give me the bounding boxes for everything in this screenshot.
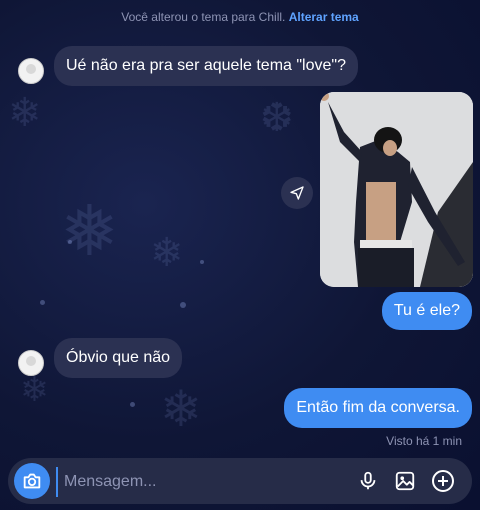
theme-change-notice: Você alterou o tema para Chill. Alterar … [0, 10, 480, 24]
snow-dot [200, 260, 204, 264]
photo-message[interactable] [320, 92, 473, 287]
gallery-button[interactable] [393, 469, 417, 493]
outgoing-message[interactable]: Tu é ele? [381, 292, 472, 330]
avatar[interactable] [18, 58, 44, 84]
snow-dot [40, 300, 45, 305]
seen-status: Visto há 1 min [386, 434, 462, 448]
snowflake-decoration: ❅ [60, 190, 119, 272]
snowflake-decoration: ❆ [260, 95, 294, 141]
microphone-icon [360, 471, 376, 490]
message-input[interactable] [56, 467, 346, 497]
microphone-button[interactable] [356, 469, 380, 493]
share-icon [290, 186, 304, 200]
snow-dot [68, 240, 72, 244]
share-button[interactable] [281, 177, 313, 209]
incoming-message[interactable]: Ué não era pra ser aquele tema "love"? [54, 46, 358, 86]
camera-button[interactable] [14, 463, 50, 499]
add-icon [432, 470, 454, 492]
snowflake-decoration: ❄ [8, 90, 42, 136]
snowflake-decoration: ❄ [160, 380, 202, 438]
message-composer [8, 458, 472, 504]
snowflake-decoration: ❄ [150, 230, 184, 276]
snow-dot [130, 402, 135, 407]
camera-icon [23, 473, 41, 489]
gallery-icon [395, 471, 415, 491]
photo-image [320, 92, 473, 287]
snow-dot [180, 302, 186, 308]
outgoing-message[interactable]: Então fim da conversa. [284, 388, 472, 428]
avatar[interactable] [18, 350, 44, 376]
theme-change-text: Você alterou o tema para Chill. [121, 10, 286, 24]
change-theme-link[interactable]: Alterar tema [289, 10, 359, 24]
snowflake-decoration: ❄ [20, 370, 49, 410]
add-button[interactable] [431, 469, 455, 493]
incoming-message[interactable]: Óbvio que não [54, 338, 183, 378]
